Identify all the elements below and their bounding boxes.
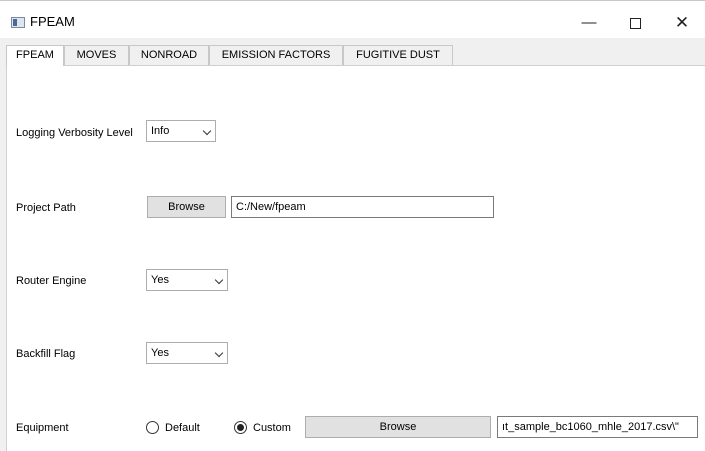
app-window: FPEAM — ✕ FPEAM MOVES NONROAD EMISSION F… [0,0,705,451]
fpeam-tab-pane [6,65,705,451]
close-button[interactable]: ✕ [659,9,705,37]
minimize-icon: — [581,14,597,31]
chevron-down-icon [214,348,224,358]
maximize-button[interactable] [612,9,658,37]
project-path-input[interactable]: C:/New/fpeam [231,196,494,218]
backfill-flag-value: Yes [151,347,169,359]
tab-fugitive-dust[interactable]: FUGITIVE DUST [343,45,453,65]
minimize-button[interactable]: — [566,9,612,37]
tab-bar: FPEAM MOVES NONROAD EMISSION FACTORS FUG… [6,45,705,66]
router-engine-select[interactable]: Yes [146,269,228,291]
close-icon: ✕ [674,13,690,32]
tab-nonroad[interactable]: NONROAD [129,45,209,65]
equipment-default-radio[interactable] [146,421,159,434]
project-path-label: Project Path [16,202,76,214]
backfill-flag-label: Backfill Flag [16,348,76,360]
chevron-down-icon [202,126,212,136]
tab-fpeam[interactable]: FPEAM [6,45,64,66]
chevron-down-icon [214,275,224,285]
logging-verbosity-value: Info [151,125,170,137]
maximize-icon [629,17,641,29]
equipment-custom-label[interactable]: Custom [253,422,291,434]
tab-moves[interactable]: MOVES [64,45,129,65]
equipment-default-label[interactable]: Default [165,422,200,434]
project-path-browse-button[interactable]: Browse [147,196,226,218]
logging-verbosity-select[interactable]: Info [146,120,216,142]
tab-emission-factors[interactable]: EMISSION FACTORS [209,45,343,65]
title-bar: FPEAM — ✕ [0,0,705,38]
equipment-label: Equipment [16,422,69,434]
equipment-browse-button[interactable]: Browse [305,416,491,438]
router-engine-label: Router Engine [16,275,87,287]
window-title: FPEAM [30,14,75,29]
router-engine-value: Yes [151,274,169,286]
equipment-custom-radio[interactable] [234,421,247,434]
equipment-path-input[interactable]: ıt_sample_bc1060_mhle_2017.csv\" [497,416,698,438]
logging-verbosity-label: Logging Verbosity Level [16,127,133,139]
backfill-flag-select[interactable]: Yes [146,342,228,364]
app-icon [11,17,25,28]
